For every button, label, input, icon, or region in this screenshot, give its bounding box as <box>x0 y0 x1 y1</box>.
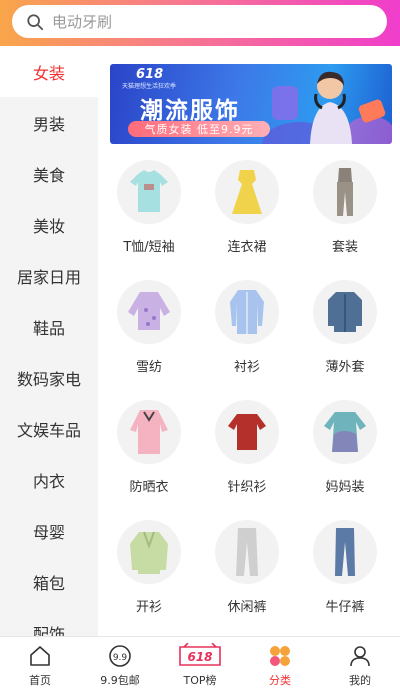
category-item-casual-pants[interactable]: 休闲裤 <box>198 520 296 636</box>
user-icon <box>350 646 370 667</box>
jeans-icon <box>335 528 355 576</box>
sidebar-item-entertainment[interactable]: 文娱车品 <box>0 403 98 454</box>
category-item-knit[interactable]: 针织衫 <box>198 400 296 520</box>
knit-icon <box>228 414 266 450</box>
promo-banner[interactable]: 618 天猫理想生活狂欢季 潮流服饰 气质女装 低至9.9元 <box>110 64 392 144</box>
nav-label: 我的 <box>349 674 371 687</box>
sidebar-item-womens[interactable]: 女装 <box>0 46 98 97</box>
category-item-suit[interactable]: 套装 <box>296 160 394 280</box>
sidebar-item-beauty[interactable]: 美妆 <box>0 199 98 250</box>
nav-label: 分类 <box>269 674 291 687</box>
category-label: T恤/短袖 <box>123 240 175 255</box>
svg-text:618: 618 <box>187 650 212 664</box>
category-item-chiffon[interactable]: 雪纺 <box>100 280 198 400</box>
category-label: 防晒衣 <box>129 480 169 495</box>
category-label: 牛仔裤 <box>325 600 365 615</box>
category-icon <box>270 646 290 666</box>
category-label: 薄外套 <box>325 360 365 375</box>
sidebar-item-home[interactable]: 居家日用 <box>0 250 98 301</box>
category-item-sun-protection[interactable]: 防晒衣 <box>100 400 198 520</box>
home-icon <box>30 646 50 666</box>
sidebar-item-mens[interactable]: 男装 <box>0 97 98 148</box>
sidebar-item-food[interactable]: 美食 <box>0 148 98 199</box>
banner-title: 潮流服饰 <box>140 98 240 124</box>
tshirt-icon <box>130 170 168 212</box>
category-item-cardigan[interactable]: 开衫 <box>100 520 198 636</box>
sidebar-item-shoes[interactable]: 鞋品 <box>0 301 98 352</box>
sidebar-item-accessories[interactable]: 配饰 <box>0 607 98 637</box>
mom-wear-icon <box>324 412 366 452</box>
chiffon-icon <box>128 292 170 330</box>
category-label: 雪纺 <box>135 360 162 375</box>
nine-nine-icon: 9.9 <box>109 645 131 667</box>
search-box[interactable]: 电动牙刷 <box>12 5 387 38</box>
category-label: 衬衫 <box>233 360 260 375</box>
nav-mine[interactable]: 我的 <box>320 637 400 688</box>
nav-home[interactable]: 首页 <box>0 637 80 688</box>
banner-618-logo: 618 <box>136 67 164 82</box>
sidebar-item-digital[interactable]: 数码家电 <box>0 352 98 403</box>
shirt-icon <box>230 290 264 334</box>
header-bar: 电动牙刷 <box>0 0 400 46</box>
nav-label: TOP榜 <box>183 674 217 687</box>
banner-model-image <box>262 71 392 144</box>
nav-nine-nine[interactable]: 9.9 9.9包邮 <box>80 637 160 688</box>
cardigan-icon <box>130 531 168 574</box>
category-sidebar: 女装 男装 美食 美妆 居家日用 鞋品 数码家电 文娱车品 内衣 母婴 箱包 配… <box>0 46 98 636</box>
nav-label: 9.9包邮 <box>100 674 140 687</box>
category-content: 618 天猫理想生活狂欢季 潮流服饰 气质女装 低至9.9元 T恤/短袖 连衣裙… <box>98 46 400 636</box>
dress-icon <box>232 170 262 214</box>
category-item-dress[interactable]: 连衣裙 <box>198 160 296 280</box>
category-item-mom-wear[interactable]: 妈妈装 <box>296 400 394 520</box>
nav-category[interactable]: 分类 <box>240 637 320 688</box>
suit-icon <box>337 168 353 216</box>
sidebar-item-bags[interactable]: 箱包 <box>0 556 98 607</box>
search-icon <box>27 13 44 30</box>
jacket-icon <box>328 292 362 332</box>
nav-top[interactable]: 618 TOP榜 <box>160 637 240 688</box>
category-label: 休闲裤 <box>227 600 267 615</box>
banner-subtitle: 天猫理想生活狂欢季 <box>122 83 177 90</box>
svg-text:9.9: 9.9 <box>113 653 128 663</box>
category-item-jacket[interactable]: 薄外套 <box>296 280 394 400</box>
nav-label: 首页 <box>29 674 51 687</box>
category-label: 开衫 <box>135 600 162 615</box>
sun-protection-icon <box>130 410 168 454</box>
category-label: 套装 <box>331 240 358 255</box>
banner-promo-pill: 气质女装 低至9.9元 <box>128 121 270 137</box>
search-placeholder: 电动牙刷 <box>52 13 113 31</box>
sidebar-item-baby[interactable]: 母婴 <box>0 505 98 556</box>
category-label: 妈妈装 <box>325 480 365 495</box>
sidebar-item-underwear[interactable]: 内衣 <box>0 454 98 505</box>
top-618-icon: 618 <box>179 643 221 666</box>
category-label: 连衣裙 <box>227 240 267 255</box>
category-label: 针织衫 <box>227 480 267 495</box>
bottom-nav: 首页 9.9 9.9包邮 618 TOP榜 分类 我的 <box>0 636 400 688</box>
category-item-jeans[interactable]: 牛仔裤 <box>296 520 394 636</box>
category-item-tshirt[interactable]: T恤/短袖 <box>100 160 198 280</box>
casual-pants-icon <box>236 528 258 576</box>
category-item-shirt[interactable]: 衬衫 <box>198 280 296 400</box>
